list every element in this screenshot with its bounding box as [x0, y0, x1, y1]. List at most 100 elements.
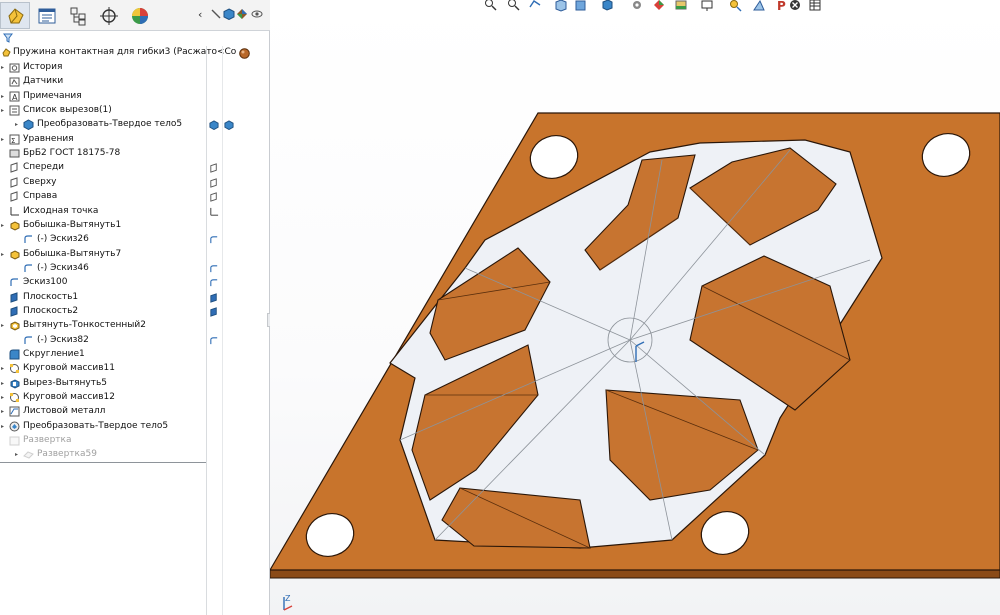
solid-body-display-icon[interactable] [224, 120, 234, 131]
filter-icon[interactable] [3, 33, 13, 43]
tab-property-manager[interactable] [31, 2, 61, 29]
tree-item-label: Эскиз100 [23, 277, 68, 288]
edit-appearance-icon[interactable] [210, 8, 222, 20]
rollback-bar[interactable] [0, 462, 206, 463]
p-icon[interactable]: P [774, 0, 788, 12]
right-plane-side-icon[interactable] [209, 192, 219, 202]
expand-arrow-icon[interactable]: ▸ [1, 107, 7, 115]
tab-dimxpert-manager[interactable] [93, 2, 123, 29]
apply-scene-icon[interactable] [674, 0, 688, 12]
previous-view-icon[interactable] [528, 0, 542, 12]
expand-arrow-icon[interactable]: ▸ [1, 394, 7, 402]
history-folder-icon [9, 63, 20, 73]
section-view-icon[interactable] [554, 0, 568, 12]
equations-icon: Σ [9, 134, 20, 145]
hide-show-eye-icon[interactable] [251, 8, 263, 20]
tree-item[interactable]: Скругление1 [0, 348, 206, 362]
top-plane-side-icon[interactable] [209, 178, 219, 188]
tree-item[interactable]: ▸ Преобразовать-Твердое тело5 [0, 118, 206, 132]
tree-item[interactable]: ▸ Листовой металл [0, 405, 206, 419]
display-style-icon[interactable] [600, 0, 614, 12]
tree-item[interactable]: Датчики [0, 75, 206, 89]
expand-arrow-icon[interactable]: ▸ [15, 451, 21, 459]
grid-settings-icon[interactable] [808, 0, 822, 12]
sketch82-side-icon[interactable] [209, 336, 219, 346]
sketch100-side-icon[interactable] [209, 278, 219, 288]
tree-item[interactable]: ▸ Преобразовать-Твердое тело5 [0, 420, 206, 434]
tree-item-label: Круговой массив12 [23, 392, 115, 403]
expand-arrow-icon[interactable]: ▸ [1, 423, 7, 431]
scene-icon[interactable] [236, 8, 248, 20]
zoom-to-area-icon[interactable] [506, 0, 520, 12]
tree-item-label: Развертка [23, 435, 72, 446]
realview-icon[interactable] [728, 0, 742, 12]
appearance-sphere-icon[interactable] [239, 48, 250, 59]
tree-item[interactable]: ▸ Вытянуть-Тонкостенный2 [0, 319, 206, 333]
close-circle-icon[interactable] [788, 0, 802, 12]
fillet-icon [9, 349, 20, 360]
property-manager-icon [38, 8, 56, 24]
plane2-side-icon[interactable] [209, 307, 219, 317]
view-settings-icon[interactable] [700, 0, 714, 12]
expand-arrow-icon[interactable]: ▸ [15, 121, 21, 129]
tree-item[interactable]: ▸ Развертка59 [0, 448, 206, 462]
tree-item-label: Листовой металл [23, 406, 106, 417]
edit-appearance-icon[interactable] [652, 0, 666, 12]
plane1-side-icon[interactable] [209, 292, 219, 303]
part-cube-icon[interactable] [223, 8, 235, 20]
tree-item[interactable]: ▸ Круговой массив11 [0, 362, 206, 376]
tree-item[interactable]: Спереди [0, 161, 206, 175]
tree-item-label: Преобразовать-Твердое тело5 [37, 119, 183, 130]
tree-item-label: (-) Эскиз82 [37, 334, 89, 345]
tree-item[interactable]: ▸ Список вырезов(1) [0, 104, 206, 118]
tabs-scroll-left-icon[interactable]: ‹ [198, 8, 202, 21]
tree-column-divider [206, 46, 207, 615]
tree-item[interactable]: ▸ Бобышка-Вытянуть1 [0, 219, 206, 233]
sketch46-side-icon[interactable] [209, 264, 219, 274]
sketch26-side-icon[interactable] [209, 235, 219, 245]
part-icon [2, 48, 11, 57]
tree-item[interactable]: (-) Эскиз46 [0, 262, 206, 276]
view-orientation-icon[interactable] [574, 0, 588, 12]
tree-item[interactable]: ▸ Круговой массив12 [0, 391, 206, 405]
tree-item[interactable]: Плоскость2 [0, 305, 206, 319]
sheet-metal-icon [9, 406, 20, 417]
tree-item[interactable]: ▸ Бобышка-Вытянуть7 [0, 248, 206, 262]
tree-item[interactable]: Эскиз100 [0, 276, 206, 290]
tree-item[interactable]: Исходная точка [0, 205, 206, 219]
tree-item[interactable]: (-) Эскиз82 [0, 334, 206, 348]
tree-item[interactable]: ▸ Σ Уравнения [0, 133, 206, 147]
tree-item[interactable]: ▸ A Примечания [0, 90, 206, 104]
expand-arrow-icon[interactable]: ▸ [1, 365, 7, 373]
zoom-to-fit-icon[interactable] [484, 0, 498, 12]
tree-item[interactable]: (-) Эскиз26 [0, 233, 206, 247]
perspective-icon[interactable] [752, 0, 766, 12]
tree-item-label: Преобразовать-Твердое тело5 [23, 420, 169, 431]
tree-root-part[interactable]: Пружина контактная для гибки3 (Расжато<С… [0, 46, 236, 61]
origin-side-icon[interactable] [209, 207, 219, 217]
tree-item-label: Развертка59 [37, 449, 97, 460]
expand-arrow-icon[interactable]: ▸ [1, 64, 7, 72]
expand-arrow-icon[interactable]: ▸ [1, 380, 7, 388]
ref-plane-icon [10, 306, 18, 317]
tree-item[interactable]: Сверху [0, 176, 206, 190]
tree-item[interactable]: Плоскость1 [0, 291, 206, 305]
expand-arrow-icon[interactable]: ▸ [1, 93, 7, 101]
tab-feature-manager[interactable] [0, 2, 30, 29]
tab-display-manager[interactable] [124, 2, 154, 29]
expand-arrow-icon[interactable]: ▸ [1, 322, 7, 330]
tree-item[interactable]: Справа [0, 190, 206, 204]
tree-item[interactable]: Развертка [0, 434, 206, 448]
tab-configuration-manager[interactable] [62, 2, 92, 29]
expand-arrow-icon[interactable]: ▸ [1, 251, 7, 259]
expand-arrow-icon[interactable]: ▸ [1, 222, 7, 230]
tree-item[interactable]: ▸ История [0, 61, 206, 75]
expand-arrow-icon[interactable]: ▸ [1, 136, 7, 144]
graphics-area[interactable]: P Z [270, 0, 1000, 615]
solid-body-side-icon[interactable] [209, 120, 219, 131]
hide-show-items-icon[interactable] [630, 0, 644, 12]
tree-item[interactable]: БрБ2 ГОСТ 18175-78 [0, 147, 206, 161]
tree-item[interactable]: ▸ Вырез-Вытянуть5 [0, 377, 206, 391]
expand-arrow-icon[interactable]: ▸ [1, 408, 7, 416]
front-plane-side-icon[interactable] [209, 163, 219, 174]
